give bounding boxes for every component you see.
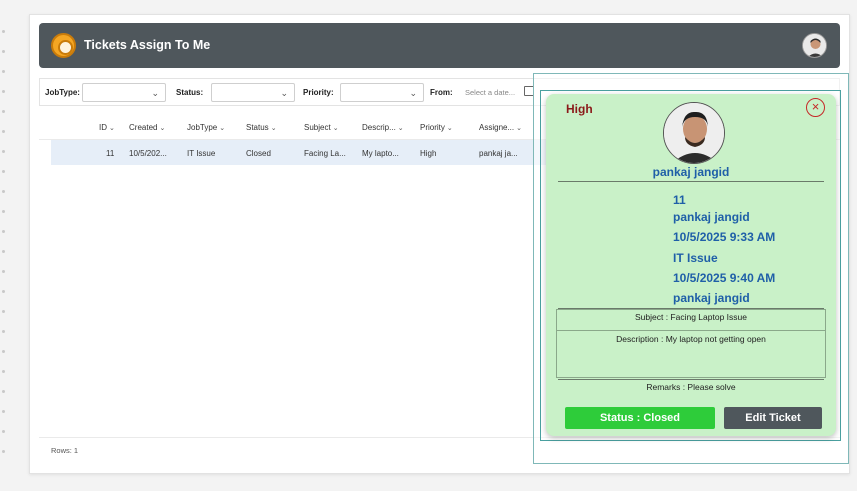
assignee-photo bbox=[663, 102, 725, 164]
cell-created: 10/5/202... bbox=[129, 149, 167, 158]
col-header-created[interactable]: Created ⌄ bbox=[129, 123, 165, 132]
detail-jobtype: IT Issue bbox=[673, 251, 718, 265]
edit-ticket-button[interactable]: Edit Ticket bbox=[724, 407, 822, 429]
user-avatar[interactable] bbox=[802, 33, 827, 58]
jobtype-label: JobType: bbox=[45, 88, 80, 97]
rows-count: Rows: 1 bbox=[51, 446, 79, 455]
divider bbox=[558, 379, 824, 380]
assignee-name: pankaj jangid bbox=[652, 165, 730, 179]
col-header-assignee[interactable]: Assigne... ⌄ bbox=[479, 123, 522, 132]
detail-updated-at: 10/5/2025 9:40 AM bbox=[673, 271, 776, 285]
jobtype-select[interactable]: ⌄ bbox=[82, 83, 166, 102]
subject-text: Subject : Facing Laptop Issue bbox=[635, 312, 747, 322]
col-header-description[interactable]: Descrip... ⌄ bbox=[362, 123, 404, 132]
status-closed-button[interactable]: Status : Closed bbox=[565, 407, 715, 429]
detail-created-by: pankaj jangid bbox=[673, 210, 750, 224]
cell-assignee: pankaj ja... bbox=[479, 149, 518, 158]
chevron-down-icon: ⌄ bbox=[280, 88, 288, 98]
cell-description: My lapto... bbox=[362, 149, 399, 158]
col-header-status[interactable]: Status ⌄ bbox=[246, 123, 277, 132]
detail-assigned-to: pankaj jangid bbox=[673, 291, 750, 305]
ticket-detail-card: High × pankaj jangid 11 pankaj jangid 10… bbox=[546, 94, 836, 436]
cell-status: Closed bbox=[246, 149, 271, 158]
status-label: Status: bbox=[176, 88, 204, 97]
col-header-jobtype[interactable]: JobType ⌄ bbox=[187, 123, 225, 132]
detail-ticket-id: 11 bbox=[673, 193, 686, 207]
remarks-text: Remarks : Please solve bbox=[646, 382, 736, 392]
cell-priority: High bbox=[420, 149, 437, 158]
priority-select[interactable]: ⌄ bbox=[340, 83, 424, 102]
left-edge-dots bbox=[0, 0, 6, 491]
col-header-id[interactable]: ID ⌄ bbox=[99, 123, 115, 132]
priority-badge: High bbox=[566, 102, 593, 116]
table-row[interactable] bbox=[51, 140, 551, 165]
cell-jobtype: IT Issue bbox=[187, 149, 216, 158]
from-label: From: bbox=[430, 88, 453, 97]
divider bbox=[558, 181, 824, 182]
page-title: Tickets Assign To Me bbox=[84, 38, 211, 52]
col-header-subject[interactable]: Subject ⌄ bbox=[304, 123, 339, 132]
cell-id: 11 bbox=[106, 149, 115, 158]
page-header: Tickets Assign To Me bbox=[39, 23, 840, 68]
chevron-down-icon: ⌄ bbox=[151, 88, 159, 98]
priority-label: Priority: bbox=[303, 88, 334, 97]
close-icon[interactable]: × bbox=[806, 98, 825, 117]
from-date-input[interactable]: Select a date... bbox=[465, 88, 515, 97]
gear-logo-icon bbox=[51, 33, 76, 58]
detail-created-at: 10/5/2025 9:33 AM bbox=[673, 230, 776, 244]
status-select[interactable]: ⌄ bbox=[211, 83, 295, 102]
cell-subject: Facing La... bbox=[304, 149, 346, 158]
col-header-priority[interactable]: Priority ⌄ bbox=[420, 123, 453, 132]
description-text: Description : My laptop not getting open bbox=[616, 334, 766, 344]
chevron-down-icon: ⌄ bbox=[409, 88, 417, 98]
